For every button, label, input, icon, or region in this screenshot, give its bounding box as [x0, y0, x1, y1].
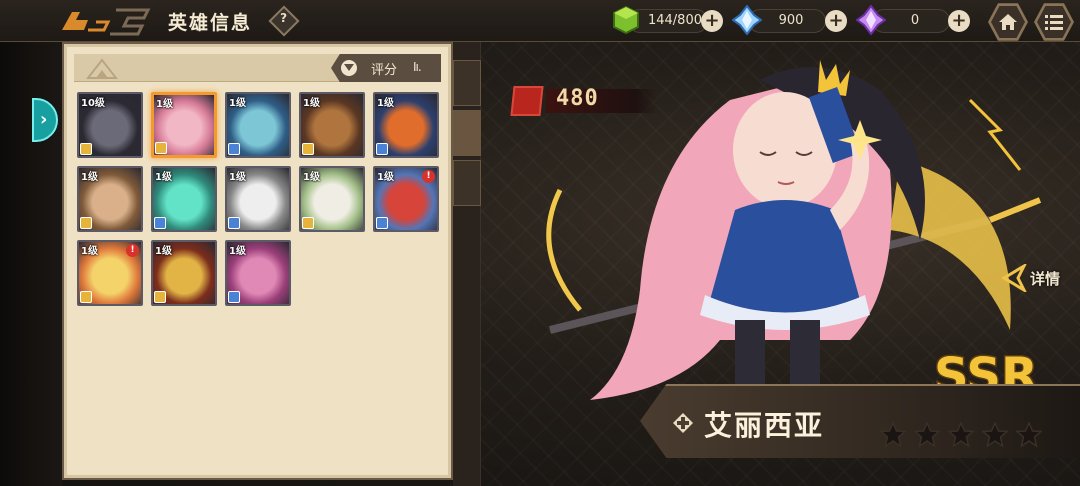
hero-level: 1级: [377, 172, 394, 183]
hero-level: 1级: [155, 246, 172, 257]
hero-class-icon: [155, 142, 167, 154]
star-icon: [982, 422, 1008, 448]
menu-icon: [1045, 15, 1063, 30]
help-icon[interactable]: ?: [268, 5, 300, 37]
hero-class-icon: [228, 143, 240, 155]
hero-details-button[interactable]: 详情: [1000, 262, 1072, 294]
page-title: 英雄信息: [168, 12, 253, 34]
hero-card[interactable]: 1级: [225, 166, 291, 232]
sort-by-score-button[interactable]: 评分 Iı.: [331, 54, 441, 82]
hero-name-plate: 艾丽西亚: [640, 384, 1080, 458]
home-button[interactable]: [988, 3, 1028, 41]
hero-card[interactable]: 1级: [151, 92, 217, 158]
star-rating: [880, 422, 1050, 452]
home-icon: [999, 14, 1017, 30]
star-icon: [1016, 422, 1042, 448]
category-tab-2[interactable]: [453, 110, 481, 156]
hero-level: 1级: [229, 172, 246, 183]
hero-class-icon: [80, 143, 92, 155]
help-symbol: ?: [280, 10, 288, 25]
sort-order-icon: Iı.: [413, 60, 422, 74]
hero-card[interactable]: 1级!: [77, 240, 143, 306]
hero-level: 1级: [229, 98, 246, 109]
menu-button[interactable]: [1034, 3, 1074, 41]
hero-class-icon: [154, 291, 166, 303]
hero-class-icon: [302, 143, 314, 155]
category-tab-1[interactable]: [453, 60, 481, 106]
hero-level: 1级: [377, 98, 394, 109]
hero-level: 1级: [81, 172, 98, 183]
hero-card[interactable]: 1级: [299, 92, 365, 158]
hero-level: 1级: [229, 246, 246, 257]
chevron-left-icon: [1001, 264, 1027, 292]
alert-icon: !: [126, 244, 139, 257]
alert-icon: !: [422, 170, 435, 183]
hero-card[interactable]: 1级!: [373, 166, 439, 232]
top-bar: 英雄信息 ? 144/800 + 900 + 0 +: [0, 0, 1080, 42]
star-icon: [948, 422, 974, 448]
hero-level: 1级: [303, 172, 320, 183]
category-strip: [453, 42, 481, 486]
hero-class-icon: [228, 217, 240, 229]
hero-level: 10级: [81, 98, 105, 109]
hero-class-icon: [302, 217, 314, 229]
hero-level: 1级: [156, 99, 173, 110]
hero-card[interactable]: 1级: [225, 92, 291, 158]
blue-crystal-icon: [732, 5, 762, 35]
hero-list-panel: 评分 Iı. 10级 1级 1级 1级 1级 1级 1级 1级 1级 1级! 1级! 1级 1级: [62, 42, 453, 480]
hero-name: 艾丽西亚: [704, 409, 825, 442]
green-cube-icon: [613, 5, 639, 35]
hero-card[interactable]: 1级: [373, 92, 439, 158]
hero-class-icon: [228, 291, 240, 303]
hero-card[interactable]: 10级: [77, 92, 143, 158]
chevron-right-icon: ›: [40, 109, 48, 130]
sort-label: 评分: [371, 63, 398, 78]
hero-level: 1级: [81, 246, 98, 257]
filter-icon: [341, 60, 357, 76]
star-icon: [914, 422, 940, 448]
hero-card[interactable]: 1级: [77, 166, 143, 232]
details-label: 详情: [1030, 270, 1061, 288]
hero-card[interactable]: 1级: [151, 166, 217, 232]
add-star-crystal-button[interactable]: +: [948, 10, 970, 32]
hero-level: 1级: [303, 98, 320, 109]
game-logo: [62, 8, 151, 36]
hero-card[interactable]: 1级: [151, 240, 217, 306]
hero-class-icon: [80, 217, 92, 229]
category-tab-3[interactable]: [453, 160, 481, 206]
support-class-icon: [673, 413, 693, 433]
panel-header: 评分 Iı.: [74, 54, 441, 82]
hero-card[interactable]: 1级: [225, 240, 291, 306]
panel-header-ornament: [86, 58, 119, 79]
hero-class-icon: [376, 217, 388, 229]
add-stamina-button[interactable]: +: [701, 10, 723, 32]
hero-class-icon: [154, 217, 166, 229]
hero-class-icon: [80, 291, 92, 303]
hero-class-icon: [376, 143, 388, 155]
hero-card[interactable]: 1级: [299, 166, 365, 232]
add-diamond-button[interactable]: +: [825, 10, 847, 32]
hero-level: 1级: [155, 172, 172, 183]
star-icon: [880, 422, 906, 448]
purple-crystal-icon: [856, 5, 886, 35]
